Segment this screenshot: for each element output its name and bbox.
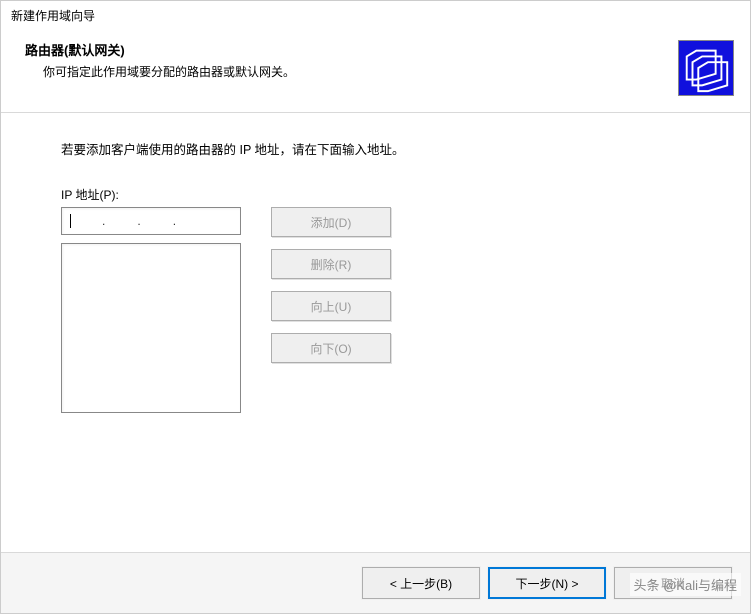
ip-octet-1[interactable] — [71, 213, 101, 229]
page-description: 你可指定此作用域要分配的路由器或默认网关。 — [43, 63, 678, 80]
wizard-content: 若要添加客户端使用的路由器的 IP 地址，请在下面输入地址。 IP 地址(P):… — [1, 113, 750, 552]
folders-icon — [678, 40, 734, 96]
ip-octet-2[interactable] — [106, 213, 136, 229]
remove-button[interactable]: 删除(R) — [271, 249, 391, 279]
ip-address-input[interactable]: . . . — [61, 207, 241, 235]
wizard-dialog: 新建作用域向导 路由器(默认网关) 你可指定此作用域要分配的路由器或默认网关。 … — [0, 0, 751, 614]
ip-octet-3[interactable] — [142, 213, 172, 229]
router-list[interactable] — [61, 243, 241, 413]
wizard-header: 路由器(默认网关) 你可指定此作用域要分配的路由器或默认网关。 — [1, 26, 750, 113]
add-button[interactable]: 添加(D) — [271, 207, 391, 237]
next-button[interactable]: 下一步(N) > — [488, 567, 606, 599]
cancel-button[interactable]: 取消 — [614, 567, 732, 599]
window-title: 新建作用域向导 — [1, 1, 750, 26]
back-button[interactable]: < 上一步(B) — [362, 567, 480, 599]
move-up-button[interactable]: 向上(U) — [271, 291, 391, 321]
wizard-footer: < 上一步(B) 下一步(N) > 取消 — [1, 552, 750, 613]
ip-address-label: IP 地址(P): — [61, 186, 690, 203]
instruction-text: 若要添加客户端使用的路由器的 IP 地址，请在下面输入地址。 — [61, 139, 690, 158]
page-title: 路由器(默认网关) — [25, 40, 678, 59]
move-down-button[interactable]: 向下(O) — [271, 333, 391, 363]
ip-octet-4[interactable] — [177, 213, 207, 229]
